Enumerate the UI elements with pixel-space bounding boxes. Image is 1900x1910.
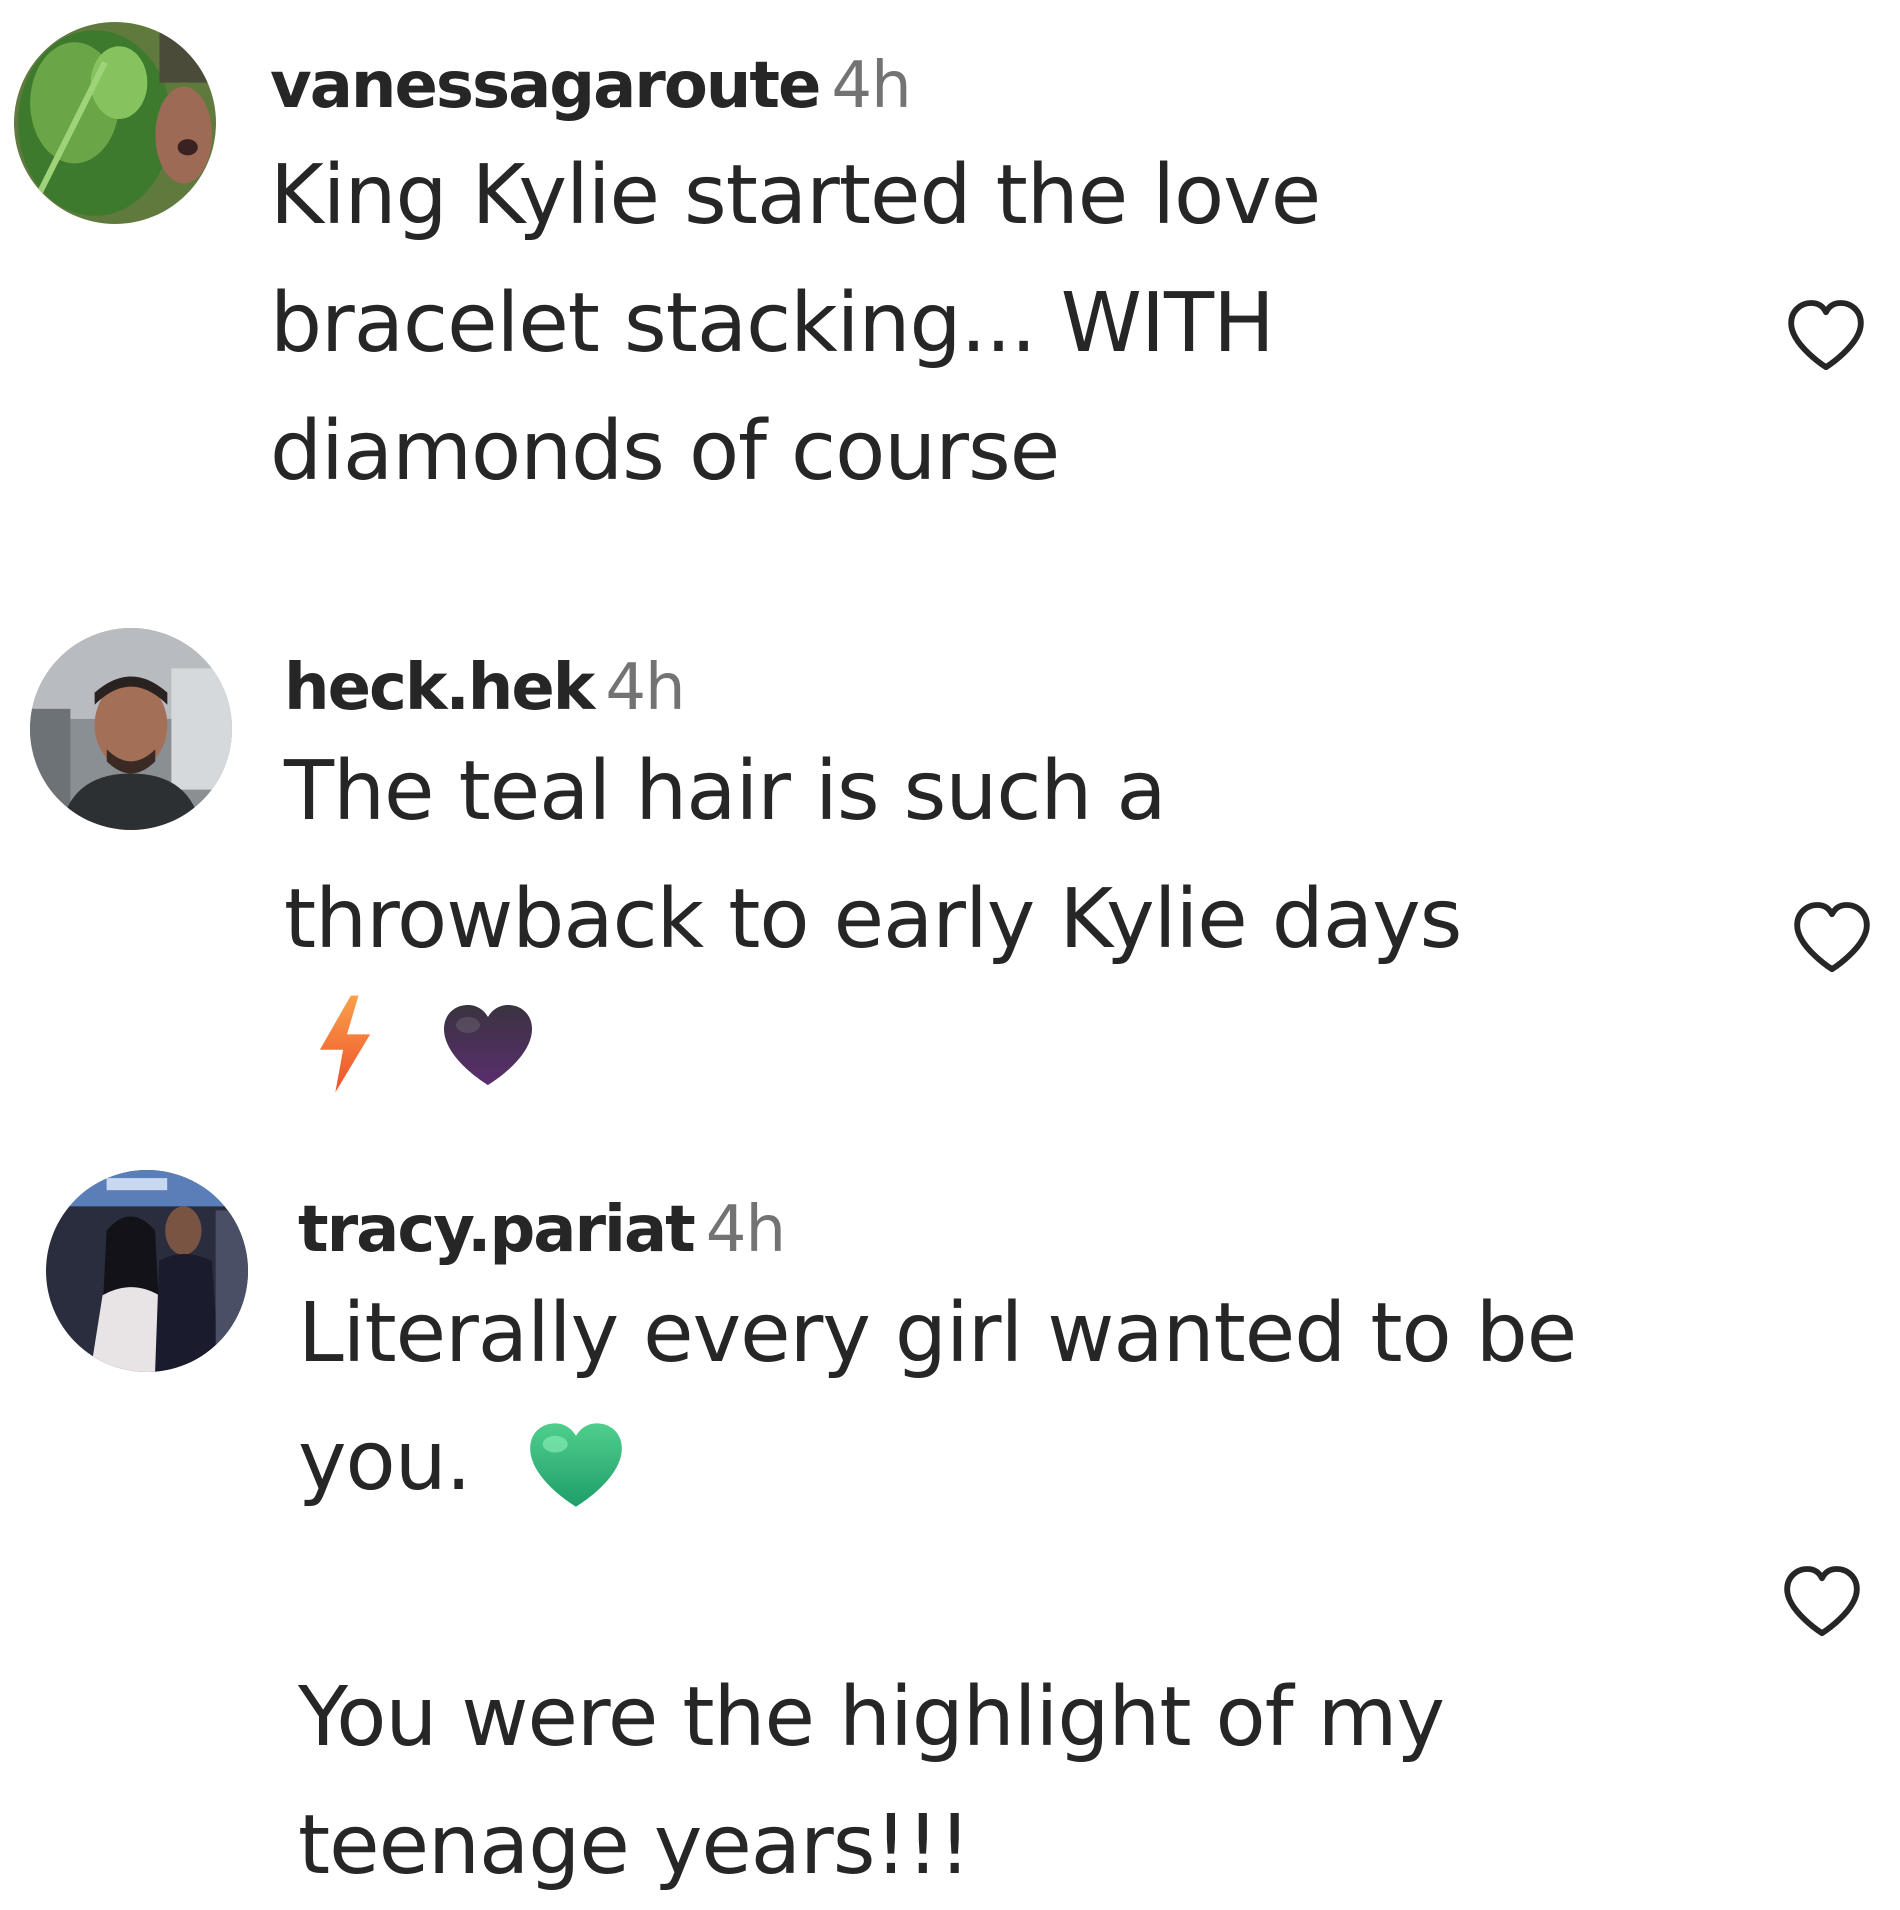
timestamp[interactable]: 4h (706, 1193, 786, 1267)
black-heart-emoji (440, 1000, 536, 1090)
comment-text-line: diamonds of course (270, 404, 1060, 499)
like-heart-icon[interactable] (1778, 1558, 1866, 1646)
avatar[interactable] (14, 22, 216, 224)
timestamp[interactable]: 4h (605, 651, 685, 725)
comment-text-fragment: you. (298, 1414, 472, 1509)
lightning-emoji (316, 994, 374, 1094)
comment-text-line: teenage years!!! (298, 1798, 971, 1893)
comment-text-line: you. (298, 1398, 1576, 1526)
comment-text-line: King Kylie started the love (270, 148, 1321, 243)
comment-text-line: You were the highlight of my (298, 1670, 1445, 1765)
comment-meta: vanessagaroute 4h (270, 46, 1320, 126)
comment-text-line: Literally every girl wanted to be (298, 1286, 1577, 1381)
comment-text-line: throwback to early Kylie days (284, 872, 1462, 967)
comment-body: heck.hek 4h The teal hair is such a throw… (284, 648, 1462, 1112)
like-heart-icon[interactable] (1782, 292, 1870, 380)
timestamp[interactable]: 4h (831, 49, 911, 123)
avatar[interactable] (46, 1170, 248, 1372)
username[interactable]: heck.hek (284, 651, 595, 725)
comment-meta: tracy.pariat 4h (298, 1190, 1576, 1270)
comment-text-line: The teal hair is such a (284, 744, 1167, 839)
comment-meta: heck.hek 4h (284, 648, 1461, 728)
comment-body: vanessagaroute 4h King Kylie started the … (270, 46, 1321, 516)
avatar[interactable] (30, 628, 232, 830)
comment-body: tracy.pariat 4h Literally every girl want… (298, 1190, 1577, 1910)
like-heart-icon[interactable] (1788, 894, 1876, 982)
username[interactable]: vanessagaroute (270, 49, 821, 123)
comment-text-line: bracelet stacking... WITH (270, 276, 1275, 371)
emoji-line (284, 984, 1461, 1112)
green-heart-emoji (526, 1418, 626, 1512)
username[interactable]: tracy.pariat (298, 1193, 696, 1267)
